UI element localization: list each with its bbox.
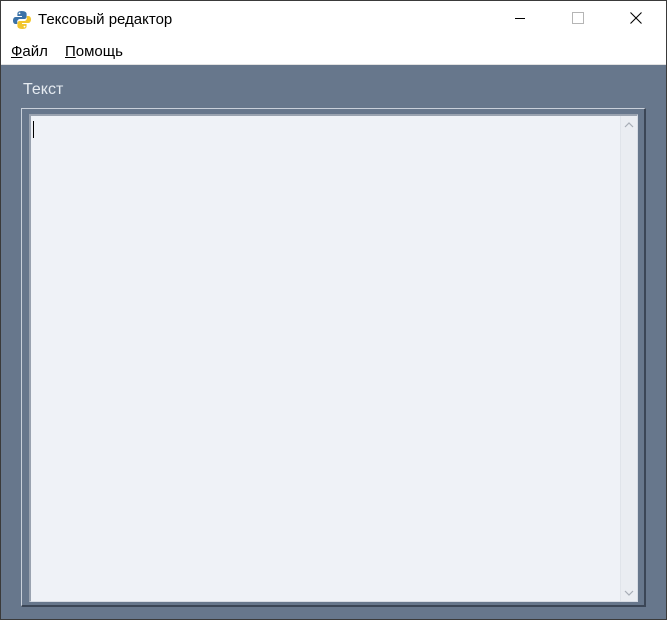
menu-help-label: омощь: [75, 43, 123, 60]
title-bar[interactable]: Тексовый редактор: [1, 1, 666, 39]
text-frame: [21, 108, 646, 607]
text-frame-label: Текст: [23, 81, 64, 98]
menu-file-accelerator: Ф: [11, 43, 23, 60]
scroll-down-button[interactable]: [621, 584, 637, 601]
scroll-up-button[interactable]: [621, 116, 637, 133]
minimize-icon: [514, 11, 526, 29]
client-area: Текст: [1, 65, 666, 619]
menu-file[interactable]: Файл: [11, 43, 48, 60]
menu-bar: Файл Помощь: [1, 39, 666, 65]
menu-help-accelerator: П: [65, 43, 76, 60]
menu-help[interactable]: Помощь: [65, 43, 123, 60]
vertical-scrollbar[interactable]: [620, 116, 637, 601]
python-icon: [12, 10, 32, 30]
minimize-button[interactable]: [491, 1, 549, 39]
close-button[interactable]: [607, 1, 665, 39]
app-window: Тексовый редактор Файл Помощь Текст: [0, 0, 667, 620]
menu-file-label: айл: [22, 43, 48, 60]
maximize-icon: [572, 11, 584, 29]
chevron-up-icon: [624, 116, 634, 134]
text-editor-area[interactable]: [29, 114, 638, 602]
chevron-down-icon: [624, 584, 634, 602]
text-caret: [33, 121, 34, 138]
window-title: Тексовый редактор: [38, 11, 173, 28]
maximize-button[interactable]: [549, 1, 607, 39]
close-icon: [630, 11, 642, 29]
